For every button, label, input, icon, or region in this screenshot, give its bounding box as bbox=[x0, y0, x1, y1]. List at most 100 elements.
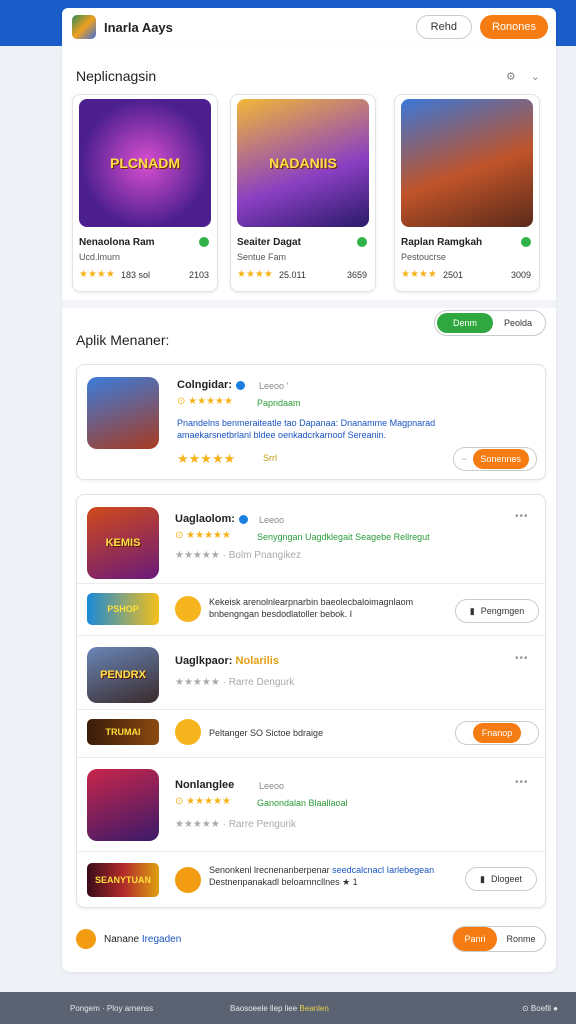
featured-card-count: 3659 bbox=[346, 270, 367, 280]
app-category: Senygngan Uagdklegait Seagebe Rellregut bbox=[257, 532, 430, 542]
featured-card-count: 3009 bbox=[510, 270, 531, 280]
footer-right[interactable]: ⊙ Boefil ● bbox=[522, 1004, 558, 1013]
bottom-action-bar: Nanane Iregaden Panri Ronme bbox=[76, 924, 546, 954]
star-rating: ★★★★ bbox=[401, 269, 437, 280]
app-meta: Leeoo ' bbox=[259, 381, 289, 391]
more-options-icon[interactable]: ••• bbox=[515, 653, 529, 664]
verified-icon bbox=[238, 514, 248, 524]
footer-link[interactable]: Beanlen bbox=[299, 1004, 328, 1013]
star-rating-large: ★★★★★ bbox=[177, 451, 236, 466]
info-icon bbox=[76, 929, 96, 949]
banner-image: SEANYTUAN bbox=[87, 863, 159, 897]
app-title: Inarla Aays bbox=[104, 19, 173, 35]
app-icon[interactable]: PENDRX bbox=[87, 647, 159, 703]
app-secondary-rating: ★★★★★ · Bolm Pnangikez bbox=[175, 550, 301, 561]
banner-text: Peltanger SO Sictoe bdraige bbox=[209, 728, 324, 738]
featured-card-subtitle: Ucd.lmurn bbox=[79, 252, 121, 262]
app-name: Nonlanglee bbox=[175, 779, 235, 791]
bottom-segmented-control[interactable]: Panri Ronme bbox=[452, 926, 546, 952]
main-panel: Neplicnagsin ⚙ ⌄ PLCNADM Nenaolona Ram U… bbox=[62, 46, 556, 972]
featured-card-size: 25.011 bbox=[279, 270, 306, 280]
app-icon bbox=[87, 377, 159, 449]
app-icon[interactable] bbox=[87, 769, 159, 841]
row-divider bbox=[77, 757, 547, 758]
gear-icon bbox=[175, 867, 201, 893]
verified-check-icon bbox=[521, 237, 531, 247]
row-divider bbox=[77, 709, 547, 710]
app-secondary-rating: ★★★★★ · Rarre Dengurk bbox=[175, 677, 295, 688]
app-category: Papndaam bbox=[257, 398, 301, 408]
app-header: Inarla Aays Rehd Ronones bbox=[62, 8, 556, 46]
star-rating: ★★★★ bbox=[237, 269, 273, 280]
toggle-option-active[interactable]: Denm bbox=[437, 313, 493, 333]
featured-card-art: PLCNADM bbox=[79, 99, 211, 227]
banner-link-text: seedcalcnacl Iarlebegean bbox=[332, 865, 435, 875]
star-rating: ★★★★ bbox=[79, 269, 115, 280]
star-rating: ⊙ ★★★★★ bbox=[177, 396, 233, 407]
star-rating: ⊙ ★★★★★ bbox=[175, 796, 231, 807]
footer-left-text[interactable]: Pongem · Ploy arnenss bbox=[70, 1004, 230, 1013]
featured-section-header: Neplicnagsin ⚙ ⌄ bbox=[76, 68, 546, 84]
banner-button[interactable]: Fnanop bbox=[455, 721, 539, 745]
header-secondary-button[interactable]: Rehd bbox=[415, 15, 472, 39]
featured-card-art bbox=[401, 99, 533, 227]
minus-icon: − bbox=[461, 454, 467, 464]
banner-image: PSHOP bbox=[87, 593, 159, 625]
featured-section-title: Neplicnagsin bbox=[76, 68, 157, 84]
app-card[interactable]: Colngidar: Leeoo ' ⊙ ★★★★★ Papndaam Pnan… bbox=[76, 364, 546, 480]
apps-section-title: Aplik Menaner: bbox=[76, 332, 170, 348]
featured-card-art: NADANIIS bbox=[237, 99, 369, 227]
more-options-icon[interactable]: ••• bbox=[515, 777, 529, 788]
settings-chevron-icon[interactable]: ⚙ ⌄ bbox=[506, 70, 546, 83]
featured-card[interactable]: Raplan Ramgkah Pestoucrse ★★★★ 2501 3009 bbox=[394, 94, 540, 292]
section-divider bbox=[62, 300, 556, 308]
app-icon[interactable]: KEMIS bbox=[87, 507, 159, 579]
featured-card-name: Seaiter Dagat bbox=[237, 237, 301, 248]
rating-label: Srrl bbox=[263, 453, 277, 463]
app-meta: Leeoo bbox=[259, 781, 285, 791]
segment-active[interactable]: Panri bbox=[453, 927, 497, 951]
emoji-icon bbox=[175, 719, 201, 745]
featured-card-name: Raplan Ramgkah bbox=[401, 237, 483, 248]
featured-card[interactable]: NADANIIS Seaiter Dagat Sentue Fam ★★★★ 2… bbox=[230, 94, 376, 292]
segment-inactive[interactable]: Ronme bbox=[497, 934, 545, 944]
footer-mid-text: Baosoeele llep liee Beanlen bbox=[230, 1003, 329, 1013]
bookmark-icon: ▮ bbox=[469, 605, 475, 616]
bookmark-icon: ▮ bbox=[480, 873, 485, 884]
app-meta: Leeoo bbox=[259, 515, 285, 525]
app-logo-icon bbox=[72, 15, 96, 39]
banner-text: Kekeisk arenolnlearpnarbin baeolecbaloim… bbox=[209, 597, 414, 619]
app-list-card: KEMIS Uaglaolom: Leeoo ••• ⊙ ★★★★★ Senyg… bbox=[76, 494, 547, 908]
banner-text: Senonkenl lrecnenanberpenar bbox=[209, 865, 330, 875]
verified-check-icon bbox=[199, 237, 209, 247]
app-secondary-rating: ★★★★★ · Rarre Pengurik bbox=[175, 819, 296, 830]
emoji-icon bbox=[175, 596, 201, 622]
app-name: Uaglaolom: bbox=[175, 513, 248, 525]
featured-card-count: 2103 bbox=[188, 270, 209, 280]
install-button-wrap[interactable]: − Sonennes bbox=[453, 447, 537, 471]
row-divider bbox=[77, 635, 547, 636]
toggle-option-inactive[interactable]: Peolda bbox=[493, 318, 543, 328]
banner-button[interactable]: ▮ Pengmgen bbox=[455, 599, 539, 623]
banner-image: TRUMAI bbox=[87, 719, 159, 745]
bottom-label: Nanane Iregaden bbox=[104, 933, 182, 945]
view-toggle[interactable]: Denm Peolda bbox=[434, 310, 546, 336]
featured-card-size: 2501 bbox=[443, 270, 464, 280]
featured-card-subtitle: Sentue Fam bbox=[237, 252, 287, 262]
featured-card-name: Nenaolona Ram bbox=[79, 237, 155, 248]
verified-check-icon bbox=[357, 237, 367, 247]
banner-action-button[interactable]: Fnanop bbox=[473, 723, 521, 743]
install-button[interactable]: Sonennes bbox=[472, 449, 529, 469]
banner-text: Destnenpanakadl beloarnncllnes ★ 1 bbox=[209, 877, 358, 887]
featured-card-size: 183 sol bbox=[121, 270, 151, 280]
featured-card-subtitle: Pestoucrse bbox=[401, 252, 447, 262]
header-primary-button[interactable]: Ronones bbox=[479, 15, 548, 39]
banner-button[interactable]: ▮ Dlogeet bbox=[465, 867, 537, 891]
row-divider bbox=[77, 583, 547, 584]
app-category: Ganondalan Blaallaoal bbox=[257, 798, 348, 808]
app-description: Pnandelns benmeraiteatle tao Dapanaa: Dn… bbox=[177, 418, 436, 440]
more-options-icon[interactable]: ••• bbox=[515, 511, 529, 522]
featured-card[interactable]: PLCNADM Nenaolona Ram Ucd.lmurn ★★★★ 183… bbox=[72, 94, 218, 292]
row-divider bbox=[77, 851, 547, 852]
footer-bar: Pongem · Ploy arnenss Baosoeele llep lie… bbox=[0, 992, 576, 1024]
